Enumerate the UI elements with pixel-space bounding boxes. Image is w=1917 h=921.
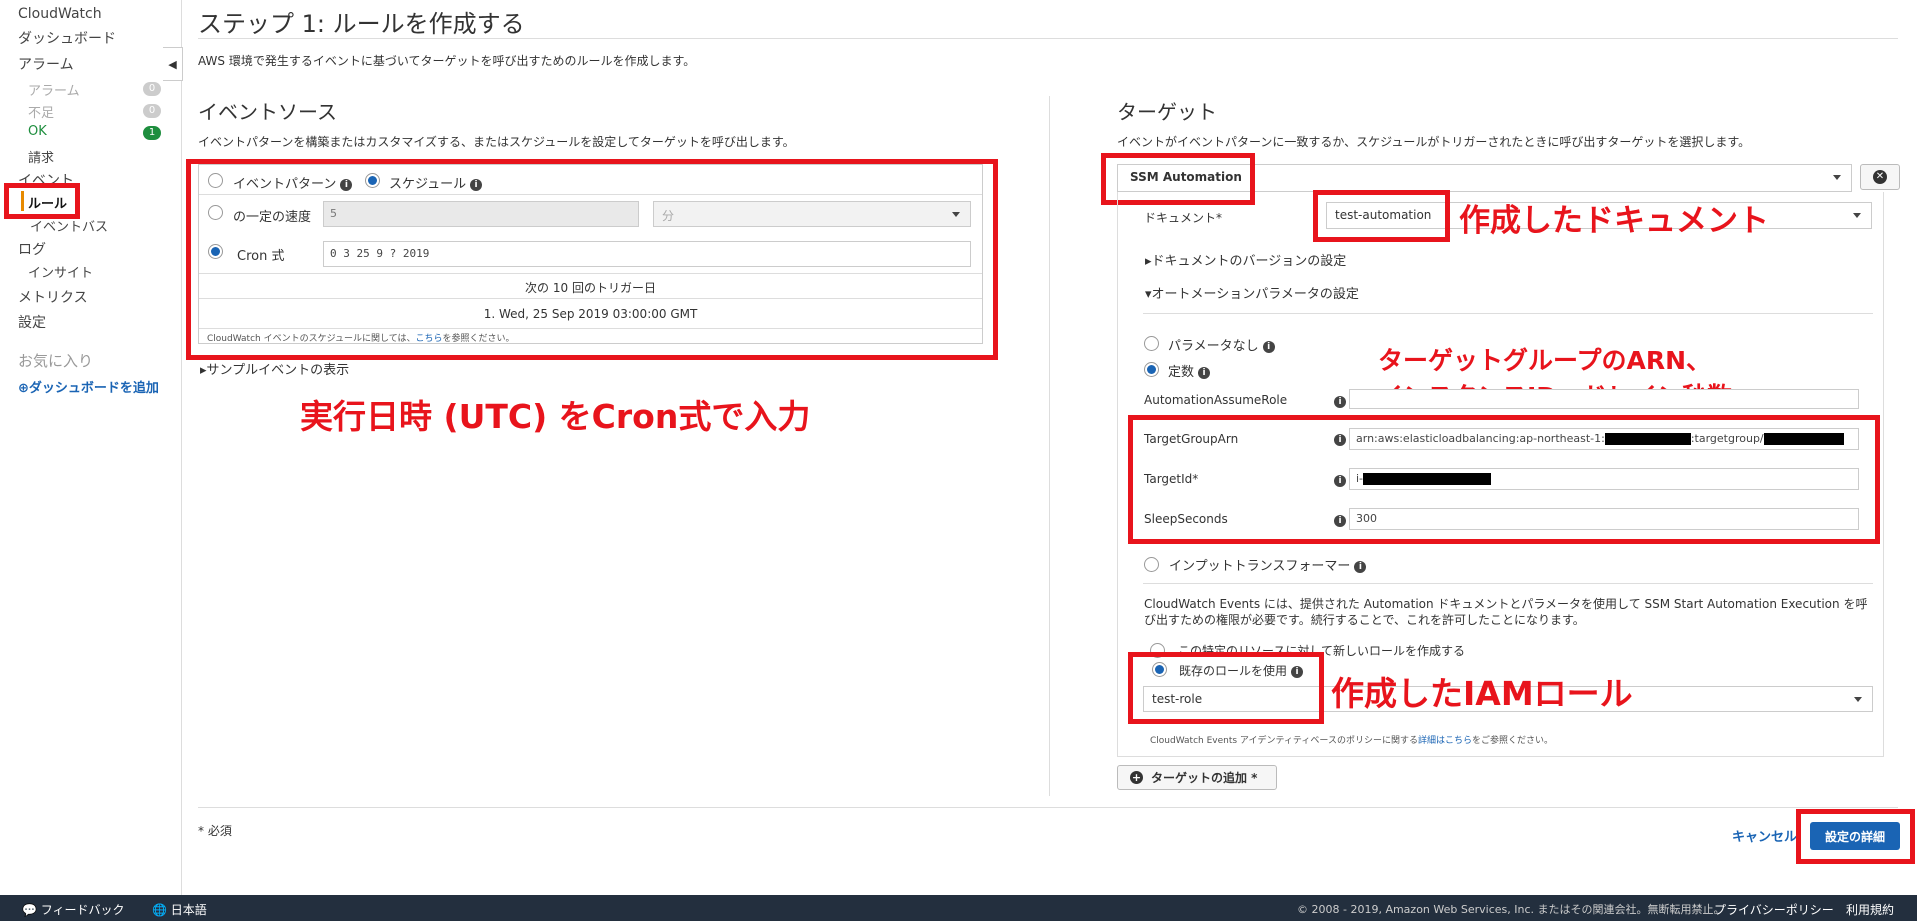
- sidebar-item-alarm[interactable]: アラーム: [18, 54, 74, 74]
- highlight-parameters: [1128, 415, 1880, 544]
- language-label: 日本語: [170, 903, 207, 917]
- policy-note: CloudWatch Events アイデンティティベースのポリシーに関する詳細…: [1150, 733, 1553, 746]
- bottom-divider: [198, 807, 1898, 808]
- annotation-document: 作成したドキュメント: [1459, 203, 1769, 239]
- globe-icon: 🌐: [152, 903, 167, 917]
- add-dashboard-link[interactable]: ⊕ダッシュボードを追加: [18, 377, 159, 396]
- chevron-down-icon: [1854, 697, 1862, 702]
- plus-icon: +: [1130, 771, 1143, 784]
- sidebar-favorites-heading: お気に入り: [18, 352, 94, 370]
- caret-left-icon: ◀: [168, 57, 177, 71]
- sample-event-label: サンプルイベントの表示: [206, 363, 350, 378]
- remove-target-button[interactable]: ✕: [1860, 164, 1900, 190]
- plus-circle-icon: ⊕: [18, 381, 29, 396]
- add-dashboard-label: ダッシュボードを追加: [28, 381, 159, 396]
- sidebar-item-ok[interactable]: OK: [28, 124, 47, 139]
- ok-count-badge: 1: [143, 126, 161, 140]
- input-transformer-radio[interactable]: [1144, 557, 1159, 572]
- add-target-label: ターゲットの追加 *: [1151, 771, 1258, 785]
- highlight-event-source: [186, 159, 998, 360]
- copyright: © 2008 - 2019, Amazon Web Services, Inc.…: [1297, 903, 1725, 916]
- sidebar-item-settings[interactable]: 設定: [18, 312, 46, 332]
- close-icon: ✕: [1873, 170, 1887, 184]
- feedback-link[interactable]: 💬 フィードバック: [22, 901, 125, 918]
- cancel-link[interactable]: キャンセル: [1732, 826, 1797, 845]
- page-description: AWS 環境で発生するイベントに基づいてターゲットを呼び出すためのルールを作成し…: [198, 54, 696, 68]
- insufficient-count-badge: 0: [143, 104, 161, 118]
- sidebar-item-logs[interactable]: ログ: [18, 239, 46, 259]
- event-source-description: イベントパターンを構築またはカスタマイズする、またはスケジュールを設定してターゲ…: [198, 135, 795, 149]
- sidebar-item-dashboard[interactable]: ダッシュボード: [18, 28, 116, 48]
- input-transformer-option: インプットトランスフォーマー i: [1169, 555, 1367, 574]
- feedback-label: フィードバック: [40, 903, 125, 917]
- assume-role-label: AutomationAssumeRole: [1144, 393, 1288, 407]
- alarm-count-badge: 0: [143, 82, 161, 96]
- automation-params-label: オートメーションパラメータの設定: [1151, 287, 1359, 302]
- column-divider: [1049, 96, 1050, 796]
- permission-text: CloudWatch Events には、提供された Automation ドキ…: [1144, 597, 1868, 627]
- highlight-iam-role: [1128, 652, 1324, 724]
- chevron-down-icon: [1833, 175, 1841, 180]
- highlight-next-button: [1796, 809, 1915, 864]
- no-params-radio[interactable]: [1144, 336, 1159, 351]
- constant-radio[interactable]: [1144, 362, 1159, 377]
- policy-details-link[interactable]: 詳細はこちら: [1418, 736, 1472, 746]
- constant-option: 定数 i: [1168, 361, 1211, 380]
- document-version-label: ドキュメントのバージョンの設定: [1151, 254, 1347, 269]
- sidebar-collapse-toggle[interactable]: ◀: [163, 47, 183, 81]
- sidebar-item-insights[interactable]: インサイト: [28, 262, 93, 281]
- sidebar-item-alarm-state[interactable]: アラーム: [28, 80, 80, 99]
- privacy-link[interactable]: プライバシーポリシー: [1714, 901, 1834, 918]
- info-icon[interactable]: i: [1198, 366, 1211, 379]
- sidebar-item-metrics[interactable]: メトリクス: [18, 287, 88, 307]
- sample-event-toggle[interactable]: ▸サンプルイベントの表示: [200, 359, 349, 378]
- target-description: イベントがイベントパターンに一致するか、スケジュールがトリガーされたときに呼び出…: [1117, 135, 1751, 149]
- target-title: ターゲット: [1117, 100, 1217, 124]
- required-note: * 必須: [198, 824, 232, 838]
- annotation-iam: 作成したIAMロール: [1331, 674, 1633, 713]
- chevron-down-icon: [1853, 213, 1861, 218]
- info-icon[interactable]: i: [1354, 560, 1367, 573]
- divider: [1143, 313, 1873, 314]
- highlight-document: [1313, 190, 1450, 242]
- constant-label: 定数: [1168, 365, 1195, 380]
- policy-note-prefix: CloudWatch Events アイデンティティベースのポリシーに関する: [1150, 736, 1418, 746]
- info-icon[interactable]: i: [1334, 396, 1346, 408]
- no-params-option: パラメータなし i: [1168, 335, 1275, 354]
- sidebar: CloudWatch ダッシュボード アラーム アラーム 0 不足 0 OK 1…: [0, 0, 182, 895]
- policy-note-suffix: をご参照ください。: [1471, 736, 1553, 746]
- assume-role-input[interactable]: [1349, 389, 1859, 409]
- info-icon[interactable]: i: [1262, 340, 1275, 353]
- no-params-label: パラメータなし: [1168, 339, 1259, 354]
- event-source-title: イベントソース: [198, 100, 337, 124]
- automation-params-toggle[interactable]: ▾オートメーションパラメータの設定: [1145, 283, 1359, 302]
- annotation-params-line1: ターゲットグループのARN、: [1378, 346, 1712, 375]
- sidebar-item-insufficient[interactable]: 不足: [28, 102, 54, 121]
- input-transformer-label: インプットトランスフォーマー: [1169, 559, 1351, 574]
- page-title: ステップ 1: ルールを作成する: [198, 10, 525, 38]
- sidebar-item-billing[interactable]: 請求: [28, 147, 54, 166]
- add-target-button[interactable]: + ターゲットの追加 *: [1117, 765, 1277, 790]
- document-label: ドキュメント*: [1144, 211, 1223, 225]
- footer: 💬 フィードバック 🌐 日本語 © 2008 - 2019, Amazon We…: [0, 895, 1917, 921]
- speech-bubble-icon: 💬: [22, 903, 37, 917]
- document-version-toggle[interactable]: ▸ドキュメントのバージョンの設定: [1145, 250, 1346, 269]
- title-divider: [198, 38, 1898, 39]
- language-selector[interactable]: 🌐 日本語: [152, 901, 207, 918]
- divider: [1143, 583, 1873, 584]
- terms-link[interactable]: 利用規約: [1846, 901, 1894, 918]
- highlight-rules: [4, 183, 80, 219]
- annotation-cron: 実行日時 (UTC) をCron式で入力: [300, 397, 811, 436]
- sidebar-item-cloudwatch[interactable]: CloudWatch: [18, 6, 102, 22]
